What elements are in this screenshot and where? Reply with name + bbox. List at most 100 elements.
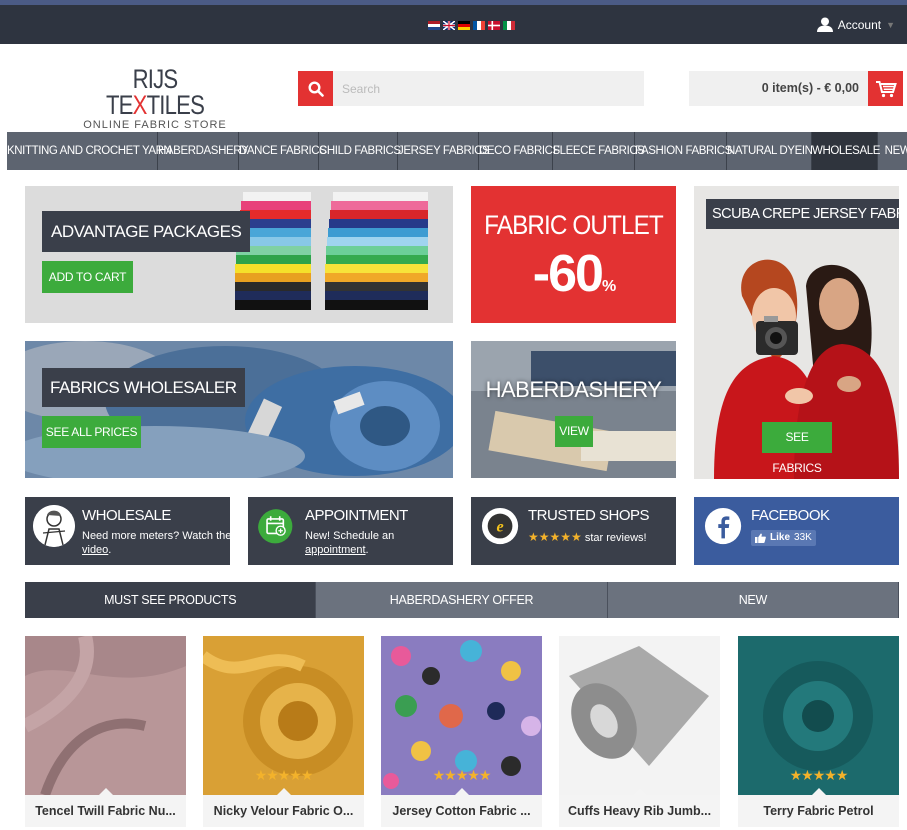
nav-item-deco-fabrics[interactable]: DECO FABRICS [479,132,560,170]
flag-nl-icon[interactable] [428,21,440,30]
product-name[interactable]: Cuffs Heavy Rib Jumb... [559,795,720,827]
product-card[interactable]: ★★★★★ Terry Fabric Petrol [738,636,899,830]
nav-item-fashion-fabrics[interactable]: FASHION FABRICS [635,132,732,170]
info-title: FACEBOOK [751,507,830,524]
tab-new[interactable]: NEW [607,582,899,618]
nav-item-knitting-crochet-yarn[interactable]: KNITTING AND CROCHET YARN [7,132,172,170]
product-name[interactable]: Tencel Twill Fabric Nu... [25,795,186,827]
svg-text:e: e [496,518,503,536]
product-card[interactable]: Tencel Twill Fabric Nu... [25,636,186,830]
product-image[interactable] [25,636,186,795]
search-icon [307,80,324,97]
header: RIJS TEXTILES ONLINE FABRIC STORE 0 item… [0,44,907,132]
fabric-rolls-image [25,341,453,478]
info-text: New! Schedule an appointment. [305,530,395,556]
product-image[interactable]: ★★★★★ [381,636,542,795]
add-to-cart-button[interactable]: ADD TO CART [42,261,133,293]
info-text: Need more meters? Watch the video. [82,530,232,556]
info-box-facebook[interactable]: FACEBOOK Like 33K [694,497,899,565]
nav-item-haberdashery[interactable]: HABERDASHERY [158,132,249,170]
see-fabrics-button[interactable]: SEE FABRICS [762,422,832,475]
facebook-icon [704,507,742,545]
nav-item-natural-dyeing[interactable]: NATURAL DYEING [727,132,821,170]
mascot-icon [33,505,75,547]
flag-uk-icon[interactable] [443,21,455,30]
info-box-trusted-shops[interactable]: e TRUSTED SHOPS ★★★★★ star reviews! [471,497,676,565]
info-text: ★★★★★ star reviews! [528,530,647,544]
outlet-percent: % [601,278,616,295]
rating-stars: ★★★★★ [254,767,314,783]
logo-tagline: ONLINE FABRIC STORE [83,119,227,131]
like-count: 33K [794,532,812,543]
info-title: TRUSTED SHOPS [528,507,650,524]
logo[interactable]: RIJS TEXTILES ONLINE FABRIC STORE [80,66,230,132]
outlet-discount: -60 [532,245,604,303]
info-title: WHOLESALE [82,507,171,524]
logo-text-b: TILES [146,90,205,120]
nav-item-new[interactable]: NEW [878,132,907,170]
banner-title: SCUBA CREPE JERSEY FABRIC [706,199,899,229]
thumbs-up-icon [755,533,766,543]
top-bar: Account ▼ [0,0,907,44]
product-image[interactable] [559,636,720,795]
product-name[interactable]: Terry Fabric Petrol [738,795,899,827]
rating-stars: ★★★★★ [528,530,582,544]
product-image[interactable]: ★★★★★ [203,636,364,795]
product-name[interactable]: Nicky Velour Fabric O... [203,795,364,827]
product-name[interactable]: Jersey Cotton Fabric ... [381,795,542,827]
account-menu[interactable]: Account ▼ [816,17,895,32]
product-card[interactable]: ★★★★★ Nicky Velour Fabric O... [203,636,364,830]
banner-fabrics-wholesaler[interactable]: FABRICS WHOLESALER SEE ALL PRICES [25,341,453,478]
nav-item-wholesale[interactable]: WHOLESALE [812,132,880,170]
product-card[interactable]: ★★★★★ Jersey Cotton Fabric ... [381,636,542,830]
haberdashery-image [471,341,676,478]
chevron-down-icon: ▼ [886,19,895,30]
main-nav: KNITTING AND CROCHET YARN HABERDASHERY D… [7,132,907,170]
like-label: Like [770,532,791,543]
banner-haberdashery[interactable]: HABERDASHERY VIEW [471,341,676,478]
banner-fabric-outlet[interactable]: FABRIC OUTLET -60% [471,186,676,323]
search-bar [298,71,644,106]
appointment-link[interactable]: appointment [305,544,366,556]
rating-stars: ★★★★★ [432,767,492,783]
nav-item-jersey-fabrics[interactable]: JERSEY FABRICS [398,132,490,170]
rating-stars: ★★★★★ [789,767,849,783]
info-title: APPOINTMENT [305,507,408,524]
cart-icon-button[interactable] [868,71,903,106]
view-button[interactable]: VIEW [555,416,593,447]
account-label: Account [837,17,882,32]
banner-scuba-crepe[interactable]: SCUBA CREPE JERSEY FABRIC SEE FABRICS [694,186,899,479]
nav-item-child-fabrics[interactable]: CHILD FABRICS [319,132,401,170]
info-box-appointment[interactable]: APPOINTMENT New! Schedule an appointment… [248,497,453,565]
product-tabs: MUST SEE PRODUCTS HABERDASHERY OFFER NEW [25,582,899,618]
product-card[interactable]: Cuffs Heavy Rib Jumb... [559,636,720,830]
shopping-cart-icon [875,80,897,97]
cart-summary: 0 item(s) - € 0,00 [761,81,859,95]
logo-scissors: X [132,90,148,120]
trusted-shops-badge-icon: e [481,507,519,545]
like-button[interactable]: Like 33K [751,530,816,546]
language-flags [428,21,515,30]
info-box-wholesale[interactable]: WHOLESALE Need more meters? Watch the vi… [25,497,232,565]
see-all-prices-button[interactable]: SEE ALL PRICES [42,416,141,448]
flag-de-icon[interactable] [458,21,470,30]
nav-item-fleece-fabrics[interactable]: FLEECE FABRICS [553,132,645,170]
outlet-title: FABRIC OUTLET [484,210,664,240]
search-input[interactable] [333,71,644,106]
user-icon [816,17,833,32]
fabric-stack-image [235,192,428,310]
cart-button[interactable]: 0 item(s) - € 0,00 [689,71,903,106]
tab-must-see-products[interactable]: MUST SEE PRODUCTS [25,582,317,618]
video-link[interactable]: video [82,544,108,556]
nav-item-dance-fabrics[interactable]: DANCE FABRICS [239,132,327,170]
banner-advantage-packages[interactable]: ADVANTAGE PACKAGES ADD TO CART [25,186,453,323]
flag-dk-icon[interactable] [488,21,500,30]
flag-it-icon[interactable] [503,21,515,30]
calendar-icon [258,509,293,544]
banner-title: HABERDASHERY [485,377,662,402]
tab-haberdashery-offer[interactable]: HABERDASHERY OFFER [316,582,608,618]
flag-fr-icon[interactable] [473,21,485,30]
search-button[interactable] [298,71,333,106]
banner-title: FABRICS WHOLESALER [42,368,245,407]
product-image[interactable]: ★★★★★ [738,636,899,795]
